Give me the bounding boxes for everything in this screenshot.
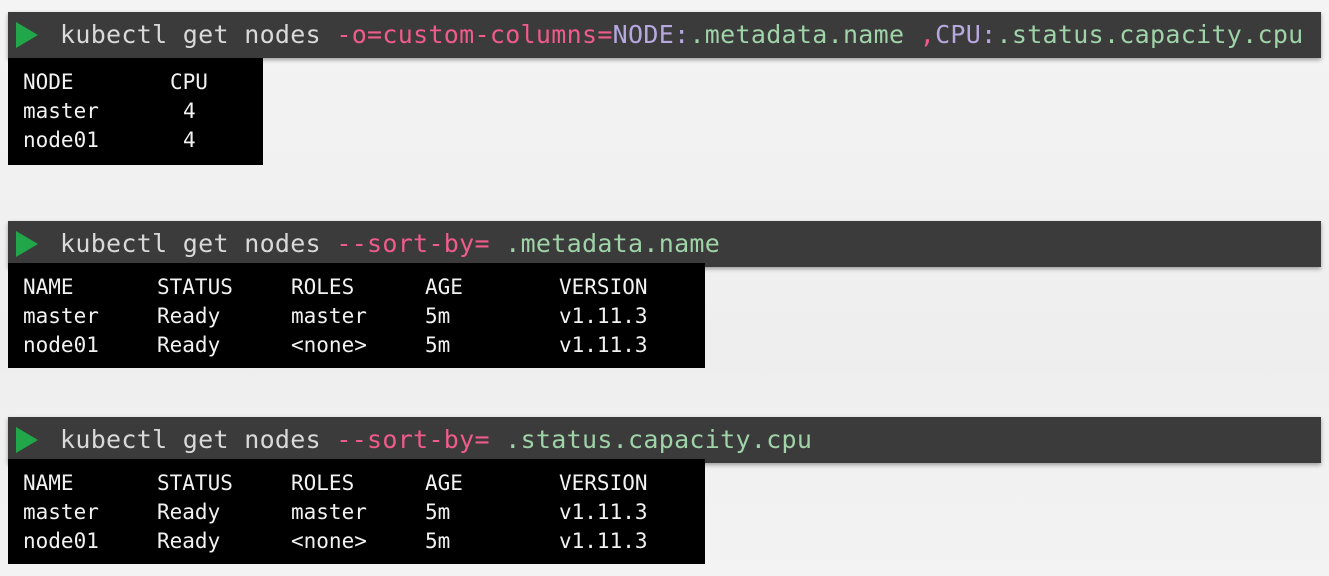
table-cell: 5m xyxy=(425,304,451,328)
column-colon: : xyxy=(981,20,997,49)
table-row: master Ready master 5m v1.11.3 xyxy=(23,498,705,527)
table-row: node01 Ready <none> 5m v1.11.3 xyxy=(23,527,705,556)
header-cell: ROLES xyxy=(291,275,355,299)
column-separator: , xyxy=(919,20,936,49)
play-prompt-icon xyxy=(16,231,38,257)
command-base: kubectl get nodes xyxy=(60,20,321,49)
command-arg: .status.capacity.cpu xyxy=(505,425,813,454)
header-cell: ROLES xyxy=(291,471,355,495)
command-bar-2: kubectl get nodes --sort-by= .metadata.n… xyxy=(8,221,1321,267)
column-path: .metadata.name xyxy=(689,20,905,49)
table-cell: v1.11.3 xyxy=(559,500,648,524)
table-row: node01 Ready <none> 5m v1.11.3 xyxy=(23,331,705,360)
header-cell: VERSION xyxy=(559,471,648,495)
table-cell: node01 xyxy=(23,333,99,357)
command-text-2: kubectl get nodes --sort-by= .metadata.n… xyxy=(60,228,720,260)
table-header-row: NAME STATUS ROLES AGE VERSION xyxy=(23,469,705,498)
command-base: kubectl get nodes xyxy=(60,229,321,258)
table-cell: Ready xyxy=(157,500,221,524)
table-row: master Ready master 5m v1.11.3 xyxy=(23,302,705,331)
table-cell: 5m xyxy=(425,333,451,357)
command-text-3: kubectl get nodes --sort-by= .status.cap… xyxy=(60,424,812,456)
table-cell: v1.11.3 xyxy=(559,304,648,328)
command-flag: -o=custom-columns= xyxy=(336,20,613,49)
table-cell: <none> xyxy=(291,333,367,357)
output-table-3: NAME STATUS ROLES AGE VERSION master Rea… xyxy=(8,459,705,564)
table-cell: v1.11.3 xyxy=(559,529,648,553)
table-cell: <none> xyxy=(291,529,367,553)
column-path: .status.capacity.cpu xyxy=(996,20,1304,49)
table-cell: node01 xyxy=(23,128,99,152)
table-cell: v1.11.3 xyxy=(559,333,648,357)
table-cell: Ready xyxy=(157,333,221,357)
play-prompt-icon xyxy=(16,22,38,48)
command-bar-1: kubectl get nodes -o=custom-columns=NODE… xyxy=(8,12,1321,58)
header-cell: STATUS xyxy=(157,275,233,299)
table-cell: master xyxy=(23,99,99,123)
output-table-2: NAME STATUS ROLES AGE VERSION master Rea… xyxy=(8,263,705,368)
table-cell: 4 xyxy=(183,128,196,152)
table-row: node01 4 xyxy=(23,126,263,155)
header-cell: AGE xyxy=(425,275,463,299)
play-prompt-icon xyxy=(16,427,38,453)
command-text-1: kubectl get nodes -o=custom-columns=NODE… xyxy=(60,19,1304,51)
table-cell: node01 xyxy=(23,529,99,553)
table-cell: master xyxy=(23,500,99,524)
header-cell: AGE xyxy=(425,471,463,495)
table-cell: master xyxy=(23,304,99,328)
output-table-1: NODE CPU master 4 node01 4 xyxy=(8,58,263,165)
table-cell: master xyxy=(291,304,367,328)
command-base: kubectl get nodes xyxy=(60,425,321,454)
header-cell: NODE xyxy=(23,70,74,94)
header-cell: STATUS xyxy=(157,471,233,495)
table-cell: 5m xyxy=(425,500,451,524)
column-key: NODE xyxy=(612,20,675,49)
table-cell: 4 xyxy=(183,99,196,123)
table-row: master 4 xyxy=(23,97,263,126)
table-header-row: NODE CPU xyxy=(23,68,263,97)
header-cell: NAME xyxy=(23,471,74,495)
header-cell: NAME xyxy=(23,275,74,299)
command-flag: --sort-by= xyxy=(336,425,490,454)
column-key: CPU xyxy=(935,20,982,49)
command-bar-3: kubectl get nodes --sort-by= .status.cap… xyxy=(8,417,1321,463)
table-cell: 5m xyxy=(425,529,451,553)
column-colon: : xyxy=(674,20,690,49)
table-header-row: NAME STATUS ROLES AGE VERSION xyxy=(23,273,705,302)
table-cell: Ready xyxy=(157,304,221,328)
table-cell: Ready xyxy=(157,529,221,553)
header-cell: CPU xyxy=(170,70,208,94)
table-cell: master xyxy=(291,500,367,524)
command-arg: .metadata.name xyxy=(505,229,721,258)
header-cell: VERSION xyxy=(559,275,648,299)
command-flag: --sort-by= xyxy=(336,229,490,258)
